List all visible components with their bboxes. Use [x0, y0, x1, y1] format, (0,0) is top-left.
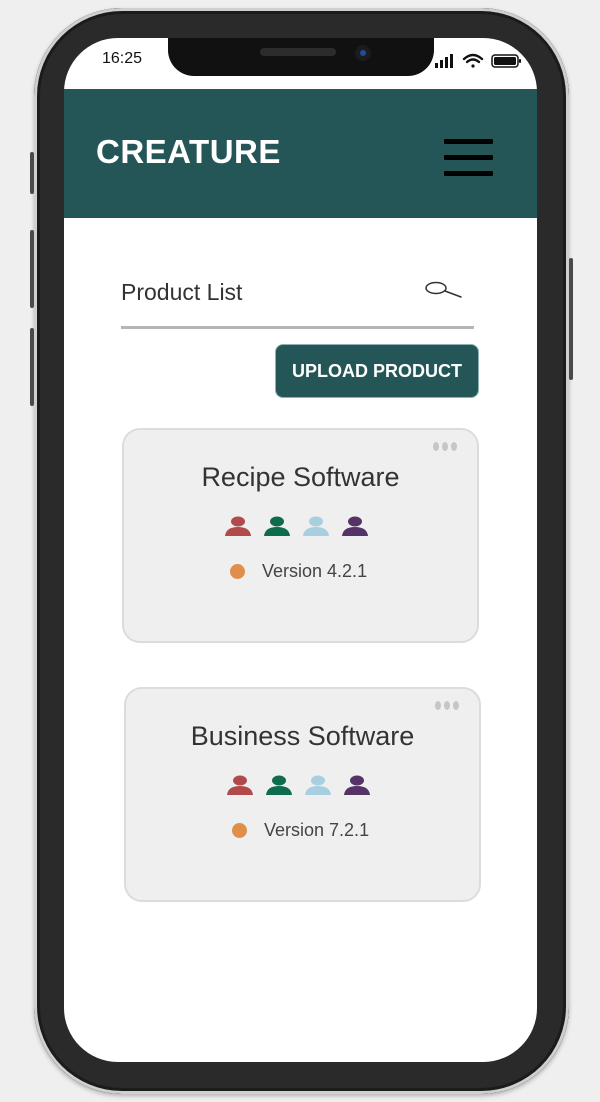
product-name: Business Software: [190, 721, 415, 751]
search-input[interactable]: [121, 274, 411, 310]
user-avatar-icon[interactable]: [226, 775, 254, 797]
product-card[interactable]: Business Software Version 7.2.1: [124, 687, 481, 902]
wifi-icon: [462, 53, 484, 68]
version-label: Version 7.2.1: [264, 820, 370, 840]
notch: [168, 38, 434, 76]
power-button: [569, 258, 573, 380]
team-avatars: [226, 775, 376, 799]
user-avatar-icon[interactable]: [224, 516, 252, 538]
search-bar: [121, 274, 474, 329]
front-camera: [355, 45, 371, 61]
user-avatar-icon[interactable]: [263, 516, 291, 538]
user-avatar-icon[interactable]: [302, 516, 330, 538]
search-icon[interactable]: [423, 280, 463, 302]
battery-icon: [491, 54, 521, 68]
more-options-icon[interactable]: [433, 442, 461, 454]
hamburger-menu-icon[interactable]: [444, 139, 494, 179]
app-title: CREATURE: [96, 133, 281, 170]
app-header: CREATURE: [64, 89, 537, 218]
status-dot: [230, 564, 245, 579]
user-avatar-icon[interactable]: [304, 775, 332, 797]
mute-switch: [30, 152, 34, 194]
user-avatar-icon[interactable]: [341, 516, 369, 538]
speaker-grille: [260, 48, 336, 56]
version-label: Version 4.2.1: [262, 561, 368, 581]
user-avatar-icon[interactable]: [265, 775, 293, 797]
signal-icon: [435, 54, 453, 68]
product-card[interactable]: Recipe Software Version 4.2.1: [122, 428, 479, 643]
team-avatars: [224, 516, 374, 540]
status-time: 16:25: [102, 50, 143, 67]
status-icons: [435, 53, 521, 68]
user-avatar-icon[interactable]: [343, 775, 371, 797]
upload-product-button[interactable]: UPLOAD PRODUCT: [275, 344, 479, 398]
volume-down-button: [30, 328, 34, 406]
product-name: Recipe Software: [201, 462, 400, 492]
more-options-icon[interactable]: [435, 701, 463, 713]
status-dot: [232, 823, 247, 838]
volume-up-button: [30, 230, 34, 308]
